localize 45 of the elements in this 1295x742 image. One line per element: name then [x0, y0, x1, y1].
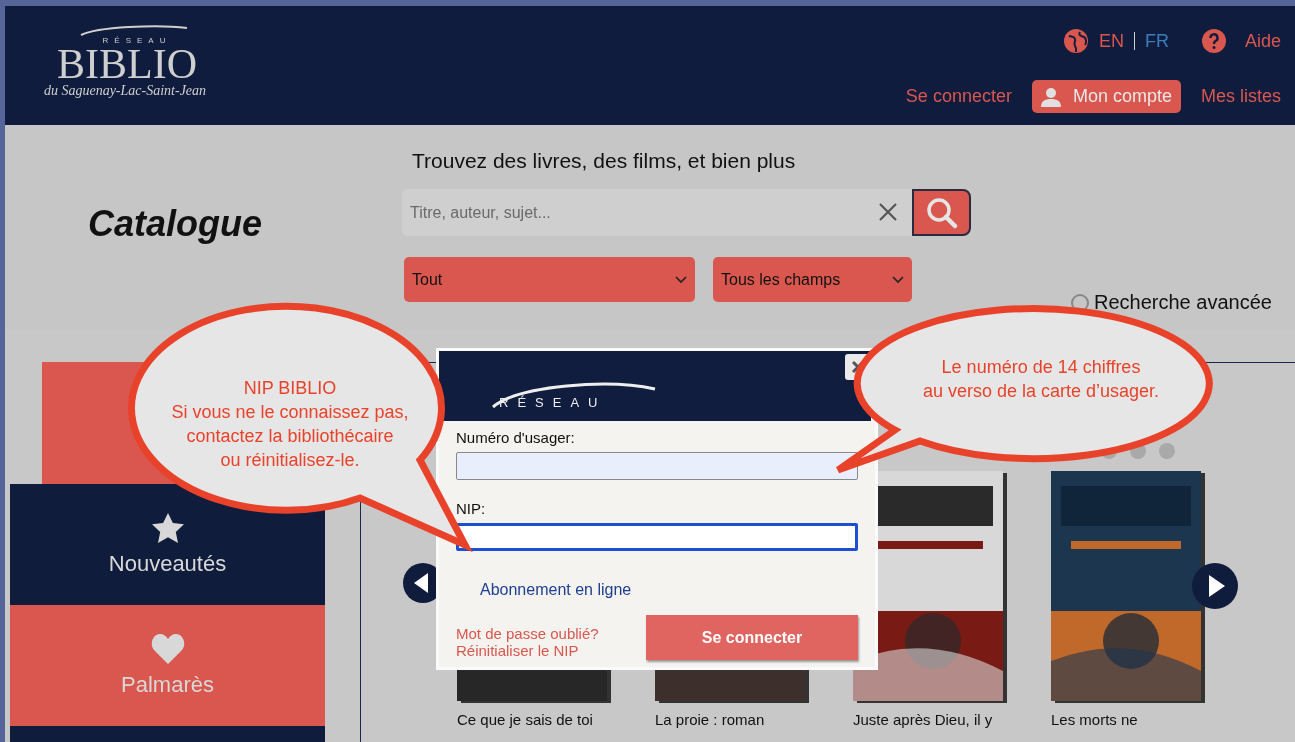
logo-text: BIBLIO: [57, 45, 197, 83]
callout-text: NIP BIBLIO Si vous ne le connaissez pas, contactez la bibliothécaire ou réinitialisez-le.: [170, 377, 410, 472]
chevron-icon: [892, 275, 904, 284]
star-icon: [151, 512, 184, 543]
logo-text: RÉSEAU: [101, 36, 173, 45]
search-button[interactable]: [912, 189, 971, 236]
sidebar-label: Palmarès: [121, 671, 214, 698]
language-link[interactable]: FR: [1144, 30, 1169, 52]
login-button[interactable]: Se connecter: [646, 615, 858, 660]
book-title[interactable]: Ce que je sais de toi: [457, 711, 607, 728]
language-link[interactable]: EN: [1098, 30, 1124, 52]
carousel-dot[interactable]: [1159, 443, 1175, 459]
advanced-search-link[interactable]: Recherche avancée: [1094, 291, 1272, 314]
filter-select[interactable]: Tout: [404, 257, 695, 302]
input-field[interactable]: [456, 452, 858, 480]
help-link[interactable]: Aide: [1244, 30, 1281, 52]
book-title[interactable]: Juste après Dieu, il y: [853, 711, 1003, 728]
sidebar-item[interactable]: Palmarès: [10, 605, 325, 726]
account-button[interactable]: Mon compte: [1031, 80, 1181, 113]
sidebar-label: Nouveautés: [108, 550, 227, 577]
section-title: Catalogue: [88, 203, 264, 245]
heart-icon: [150, 633, 185, 664]
search-heading: Trouvez des livres, des films, et bien plus: [412, 149, 796, 173]
person-icon: [1040, 86, 1061, 107]
book-title[interactable]: Les morts ne: [1051, 711, 1201, 728]
input-field[interactable]: [456, 523, 858, 551]
chevron-icon: [675, 275, 687, 284]
field-label: Numéro d'usager:: [456, 429, 576, 446]
logo-subtitle: du Saguenay-Lac-Saint-Jean: [42, 83, 208, 99]
help-link[interactable]: Mot de passe oublié?: [456, 625, 599, 642]
filter-select[interactable]: Tous les champs: [713, 257, 912, 302]
globe-icon[interactable]: [1062, 28, 1089, 54]
book-title[interactable]: La proie : roman: [655, 711, 805, 728]
signup-link[interactable]: Abonnement en ligne: [480, 581, 632, 599]
callout-text: Le numéro de 14 chiffres au verso de la carte d’usager.: [921, 356, 1161, 403]
field-label: NIP:: [456, 500, 487, 517]
clear-icon[interactable]: [878, 202, 898, 222]
search-field[interactable]: Titre, auteur, sujet...: [402, 189, 912, 236]
sidebar-item[interactable]: Nouveautés: [10, 484, 325, 605]
nav-link[interactable]: Se connecter: [905, 86, 1012, 107]
logo-text: RÉSEAU: [499, 395, 607, 410]
nav-link[interactable]: Mes listes: [1201, 86, 1281, 107]
search-icon: [924, 195, 959, 230]
help-link[interactable]: Réinitialiser le NIP: [456, 642, 599, 659]
help-icon[interactable]: [1200, 28, 1227, 54]
